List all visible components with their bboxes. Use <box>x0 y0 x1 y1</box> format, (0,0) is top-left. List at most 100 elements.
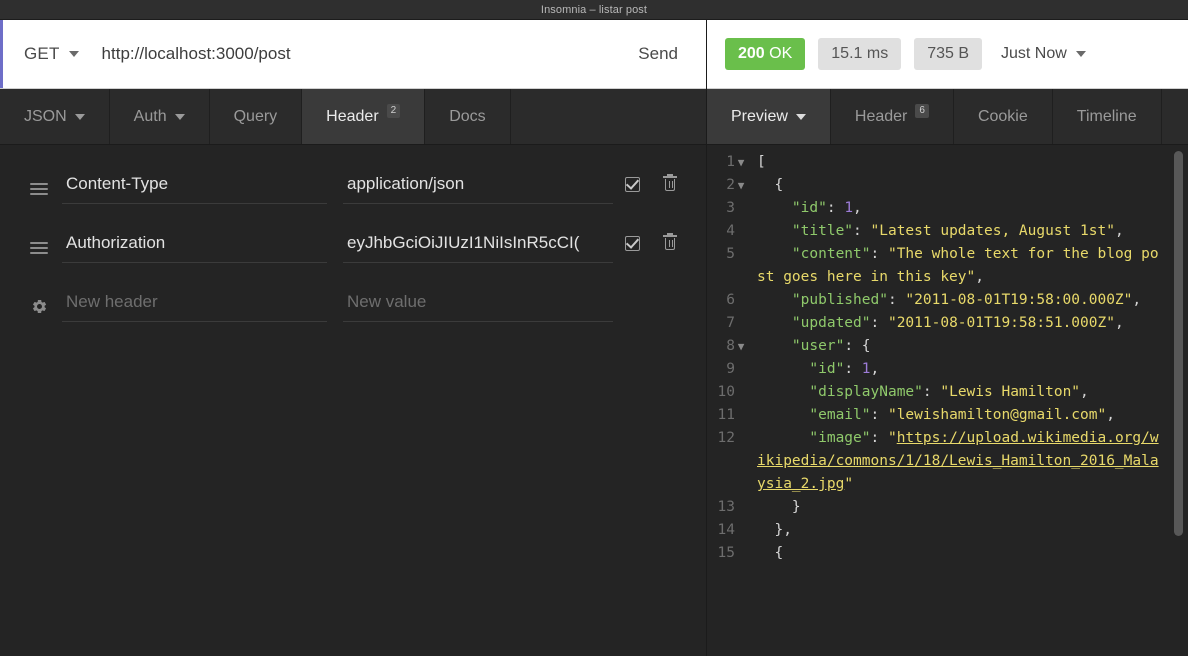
gear-icon[interactable] <box>16 298 62 315</box>
json-line-content: "user": { <box>751 335 1166 358</box>
json-token-p: : <box>922 384 941 400</box>
tab-label: Header <box>326 107 379 125</box>
tab-response-header[interactable]: Header 6 <box>831 89 954 144</box>
window-title: Insomnia – listar post <box>540 3 648 16</box>
json-line: 7▼ "updated": "2011-08-01T19:58:51.000Z"… <box>707 312 1166 335</box>
json-token-p: , <box>975 269 984 285</box>
request-tabstrip: JSON Auth Query Header 2 Docs <box>0 89 706 145</box>
json-token-p: , <box>1114 223 1124 239</box>
json-line: 3▼ "id": 1, <box>707 197 1166 220</box>
chevron-down-icon <box>1075 51 1086 57</box>
vertical-scrollbar[interactable] <box>1174 151 1183 536</box>
json-token-s: "Lewis Hamilton" <box>940 384 1081 400</box>
drag-handle-icon[interactable] <box>16 182 62 195</box>
tab-timeline[interactable]: Timeline <box>1053 89 1162 144</box>
json-token-p: : <box>887 292 906 308</box>
json-token-p: , <box>870 361 880 377</box>
status-text: OK <box>769 45 793 62</box>
tab-cookie[interactable]: Cookie <box>954 89 1053 144</box>
header-value-input[interactable] <box>343 173 613 204</box>
json-line: 8 ▼ "user": { <box>707 335 1166 358</box>
tab-header[interactable]: Header 2 <box>302 89 426 144</box>
header-value-cell <box>343 232 613 263</box>
drag-handle-icon[interactable] <box>16 241 62 254</box>
fold-arrow-icon[interactable]: ▼ <box>735 335 747 358</box>
tab-preview[interactable]: Preview <box>707 89 831 144</box>
line-number: 10▼ <box>717 384 735 400</box>
checkbox-checked-icon <box>624 235 640 251</box>
json-token-p: { <box>757 545 784 561</box>
http-method-dropdown[interactable]: GET <box>0 44 94 64</box>
json-token-p: , <box>1080 384 1089 400</box>
json-token-p: }, <box>757 522 792 538</box>
response-tabstrip: Preview Header 6 Cookie Timeline <box>707 89 1188 145</box>
json-token-s: "Latest updates, August 1st" <box>870 223 1115 239</box>
http-method-label: GET <box>24 44 60 63</box>
tab-label: Timeline <box>1076 107 1137 125</box>
json-line: 5▼ "content": "The whole text for the bl… <box>707 243 1166 289</box>
request-pane: GET Send JSON Auth Query <box>0 20 706 656</box>
json-token-k: "content" <box>757 246 871 262</box>
json-token-k: "user" <box>757 338 845 354</box>
json-line: 6▼ "published": "2011-08-01T19:58:00.000… <box>707 289 1166 312</box>
chevron-down-icon <box>68 51 79 57</box>
header-row <box>0 218 706 277</box>
main-split: GET Send JSON Auth Query <box>0 20 1188 656</box>
json-token-p: : <box>870 315 888 331</box>
response-history-label: Just Now <box>1001 45 1067 62</box>
response-pane: 200 OK 15.1 ms 735 B Just Now Preview He… <box>706 20 1188 656</box>
header-enabled-checkbox[interactable] <box>613 176 651 192</box>
json-token-n: 1 <box>861 361 871 377</box>
json-token-p: , <box>1106 407 1115 423</box>
json-token-p: , <box>1132 292 1142 308</box>
url-input[interactable] <box>93 44 621 64</box>
json-line-content: "id": 1, <box>751 197 1166 220</box>
tab-auth[interactable]: Auth <box>110 89 210 144</box>
json-line-content: { <box>751 174 1166 197</box>
header-enabled-checkbox[interactable] <box>613 235 651 251</box>
window-titlebar: Insomnia – listar post <box>0 0 1188 20</box>
tab-docs[interactable]: Docs <box>425 89 511 144</box>
fold-arrow-icon[interactable]: ▼ <box>735 174 747 197</box>
trash-icon <box>663 233 677 251</box>
response-body-viewer[interactable]: 1▼[2▼ {3▼ "id": 1,4▼ "title": "Latest up… <box>707 145 1188 656</box>
line-number: 7▼ <box>726 315 735 331</box>
json-token-s: "lewishamilton@gmail.com" <box>887 407 1107 423</box>
header-delete-button[interactable] <box>651 174 689 192</box>
header-value-input[interactable] <box>343 232 613 263</box>
send-button[interactable]: Send <box>620 44 706 64</box>
json-line-content: "image": "https://upload.wikimedia.org/w… <box>751 427 1166 496</box>
response-time-badge: 15.1 ms <box>818 38 902 70</box>
line-number: 9▼ <box>726 361 735 377</box>
json-token-k: "published" <box>757 292 888 308</box>
json-token-n: 1 <box>844 200 854 216</box>
json-line-content: }, <box>751 519 1166 542</box>
header-name-input[interactable] <box>62 173 327 204</box>
request-headers-table <box>0 145 706 336</box>
fold-arrow-icon[interactable]: ▼ <box>735 151 747 174</box>
json-line-content: { <box>751 542 1166 565</box>
json-line: 14▼ }, <box>707 519 1166 542</box>
json-line-content: } <box>751 496 1166 519</box>
line-number: 13▼ <box>717 499 735 515</box>
tab-query[interactable]: Query <box>210 89 303 144</box>
json-line: 4▼ "title": "Latest updates, August 1st"… <box>707 220 1166 243</box>
tab-label: Docs <box>449 107 486 125</box>
header-row <box>0 159 706 218</box>
new-header-name-input[interactable] <box>62 291 327 322</box>
line-number: 4▼ <box>726 223 735 239</box>
json-code-block: 1▼[2▼ {3▼ "id": 1,4▼ "title": "Latest up… <box>707 151 1188 565</box>
json-line-content: "updated": "2011-08-01T19:58:51.000Z", <box>751 312 1166 335</box>
tab-count-badge: 2 <box>386 104 401 118</box>
json-line: 12▼ "image": "https://upload.wikimedia.o… <box>707 427 1166 496</box>
json-token-k: "id" <box>757 361 845 377</box>
json-token-k: "displayName" <box>757 384 923 400</box>
json-token-s: " <box>844 476 854 492</box>
new-header-value-input[interactable] <box>343 291 613 322</box>
header-delete-button[interactable] <box>651 233 689 251</box>
tab-json[interactable]: JSON <box>0 89 110 144</box>
json-token-k: "updated" <box>757 315 871 331</box>
response-history-dropdown[interactable]: Just Now <box>1001 45 1086 63</box>
header-name-input[interactable] <box>62 232 327 263</box>
chevron-down-icon <box>174 113 185 120</box>
